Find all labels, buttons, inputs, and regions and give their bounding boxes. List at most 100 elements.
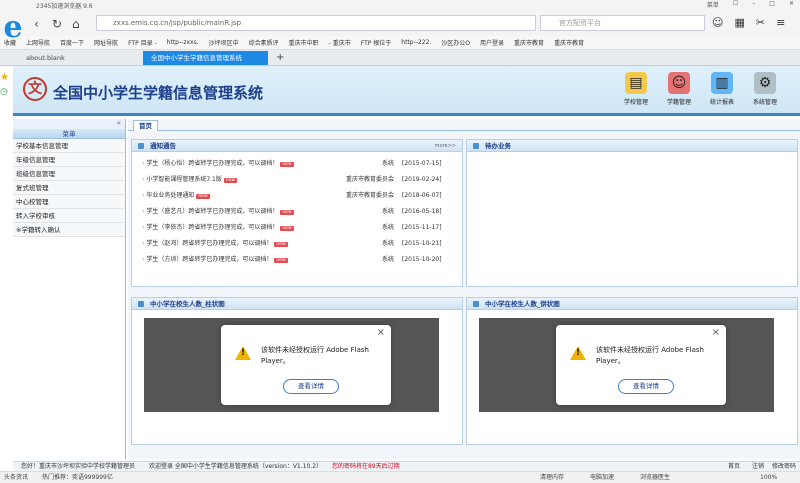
more-icon[interactable]: ≡ <box>776 16 785 29</box>
skin-icon[interactable]: ☐ <box>733 0 738 9</box>
nav-label: 学校管理 <box>623 99 648 106</box>
menu-item[interactable]: 复式班管理 <box>13 181 125 195</box>
warning-icon <box>235 346 251 360</box>
favorite-item[interactable]: 重庆市教育 <box>514 38 544 47</box>
browser-title: 2345加速浏览器 9.6 <box>36 3 93 10</box>
clock-icon[interactable]: ◷ <box>0 87 13 97</box>
browser-tabbar: about:blank 全国中小学生学籍信息管理系统 + <box>0 50 800 66</box>
cut-icon[interactable]: ✂ <box>756 16 765 29</box>
news-label[interactable]: 头条资讯 <box>4 474 28 481</box>
new-tab-button[interactable]: + <box>268 51 288 65</box>
favorites-bar: 收藏 上网导航 百度一下 网址导航 FTP 目录 - http--zxxs. 沙… <box>0 36 800 50</box>
notice-row[interactable]: 小学智能课程管理系统7.1版new重庆市教育委员会[2019-02-24] <box>142 172 452 188</box>
search-input[interactable]: 官方配资平台 <box>540 15 705 31</box>
view-details-button[interactable]: 查看详情 <box>283 379 339 394</box>
nav-report[interactable]: ▥ 统计报表 <box>702 72 742 106</box>
close-icon[interactable]: ✕ <box>789 0 794 9</box>
clean-memory[interactable]: 清理内存 <box>540 472 564 483</box>
more-link[interactable]: more>> <box>435 140 456 152</box>
flash-message: 该软件未经授权运行 Adobe Flash Player。 <box>261 346 369 365</box>
star-icon[interactable]: ★ <box>0 72 13 83</box>
browser-sidebar: ★ ◷ <box>0 72 13 122</box>
user-icon[interactable]: ☺ <box>712 16 723 29</box>
menu-item[interactable]: 年级信息管理 <box>13 153 125 167</box>
home-link[interactable]: 首页 <box>728 462 740 471</box>
flash-placeholder: × 该软件未经授权运行 Adobe Flash Player。 查看详情 <box>479 318 774 412</box>
notice-panel: 通知通告 more>> 学生（杨心怡）跨省转学已办理完成，可以调档！new系统[2… <box>131 139 463 287</box>
notice-row[interactable]: 学生（方圳）跨省转学已办理完成，可以调档！new系统[2015-10-20] <box>142 252 452 268</box>
favorite-item[interactable]: 上网导航 <box>26 38 50 47</box>
favorite-item[interactable]: 沙坪坝区中 <box>209 38 239 47</box>
favorite-item[interactable]: FTP 目录 - <box>128 38 157 47</box>
report-icon: ▥ <box>711 72 733 94</box>
pie-chart-panel: 中小学在校生人数_饼状图 × 该软件未经授权运行 Adobe Flash Pla… <box>466 297 798 445</box>
favorite-item[interactable]: - 重庆市 <box>329 38 351 47</box>
notice-row[interactable]: 毕业业务处理通知new重庆市教育委员会[2018-06-07] <box>142 188 452 204</box>
favorite-item[interactable]: FTP 根位于 <box>361 38 392 47</box>
emblem-icon: 文 <box>23 77 47 101</box>
flash-dialog: × 该软件未经授权运行 Adobe Flash Player。 查看详情 <box>221 325 391 405</box>
favorite-item[interactable]: http--zxxs. <box>167 39 199 46</box>
browser-status-bar: 头条资讯 热门推荐：奕语999999亿 清理内存 电脑加速 浏览器医生 100% <box>0 471 800 483</box>
grid-icon[interactable]: ▦ <box>734 16 744 29</box>
url-input[interactable]: zxxs.emis.cq.cn/jsp/public/mainR.jsp <box>96 15 536 31</box>
notice-row[interactable]: 学生（盛艺凡）跨省转学已办理完成，可以调档！new系统[2016-05-18] <box>142 204 452 220</box>
nav-student[interactable]: ☺ 学籍管理 <box>659 72 699 106</box>
main-content: 首页 通知通告 more>> 学生（杨心怡）跨省转学已办理完成，可以调档！new系… <box>128 119 800 459</box>
student-icon: ☺ <box>668 72 690 94</box>
logout-link[interactable]: 注销 <box>752 462 764 471</box>
browser-tab[interactable]: about:blank <box>18 51 143 65</box>
pie-chart-title: 中小学在校生人数_饼状图 <box>467 298 797 310</box>
todo-panel: 待办业务 <box>466 139 798 287</box>
menu-item[interactable]: 班级信息管理 <box>13 167 125 181</box>
password-warning: 您的密码将在89天后过期 <box>331 463 400 470</box>
collapse-icon[interactable]: « <box>13 119 125 129</box>
zoom-level[interactable]: 100% <box>760 472 777 483</box>
view-details-button[interactable]: 查看详情 <box>618 379 674 394</box>
favorite-item[interactable]: 重庆市中职 <box>289 38 319 47</box>
favorite-item[interactable]: 用户登录 <box>480 38 504 47</box>
menu-label[interactable]: 菜单 <box>707 0 719 9</box>
app-banner: 文 全国中小学生学籍信息管理系统 ▤ 学校管理 ☺ 学籍管理 ▥ 统计报表 ⚙ … <box>13 66 800 116</box>
app-title: 全国中小学生学籍信息管理系统 <box>53 84 264 102</box>
hot-label[interactable]: 热门推荐：奕语999999亿 <box>42 474 113 481</box>
address-toolbar: e ‹ ↻ ⌂ zxxs.emis.cq.cn/jsp/public/mainR… <box>0 10 800 43</box>
favorite-item[interactable]: 百度一下 <box>60 38 84 47</box>
browser-titlebar: 2345加速浏览器 9.6 菜单 ☐ – □ ✕ <box>0 0 800 10</box>
dialog-close-icon[interactable]: × <box>712 327 720 338</box>
refresh-icon[interactable]: ↻ <box>52 17 62 31</box>
menu-item[interactable]: 转入学校审核 <box>13 209 125 223</box>
favorite-item[interactable]: 重庆市教育 <box>554 38 584 47</box>
browser-doctor[interactable]: 浏览器医生 <box>640 472 670 483</box>
favorite-item[interactable]: http--222. <box>401 39 431 46</box>
app-window: 文 全国中小学生学籍信息管理系统 ▤ 学校管理 ☺ 学籍管理 ▥ 统计报表 ⚙ … <box>13 66 800 461</box>
bar-chart-title: 中小学在校生人数_柱状图 <box>132 298 462 310</box>
favorite-item[interactable]: 综合素质评 <box>249 38 279 47</box>
notice-row[interactable]: 学生（李依杰）跨省转学已办理完成，可以调档！new系统[2015-11-17] <box>142 220 452 236</box>
notice-row[interactable]: 学生（赵鸿）跨省转学已办理完成，可以调档！new系统[2015-10-21] <box>142 236 452 252</box>
menu-item[interactable]: 中心校管理 <box>13 195 125 209</box>
menu-item[interactable]: 学校基本信息管理 <box>13 139 125 153</box>
tab-home[interactable]: 首页 <box>133 120 158 131</box>
back-icon[interactable]: ‹ <box>34 17 39 31</box>
flash-dialog: × 该软件未经授权运行 Adobe Flash Player。 查看详情 <box>556 325 726 405</box>
notice-title: 通知通告 <box>150 142 176 150</box>
speed-up[interactable]: 电脑加速 <box>590 472 614 483</box>
nav-school[interactable]: ▤ 学校管理 <box>616 72 656 106</box>
left-menu: « 菜单 学校基本信息管理 年级信息管理 班级信息管理 复式班管理 中心校管理 … <box>13 119 126 459</box>
home-icon[interactable]: ⌂ <box>72 17 80 31</box>
bar-chart-panel: 中小学在校生人数_柱状图 × 该软件未经授权运行 Adobe Flash Pla… <box>131 297 463 445</box>
change-password-link[interactable]: 修改密码 <box>772 462 796 471</box>
minimize-icon[interactable]: – <box>752 0 755 9</box>
favorite-item[interactable]: 网址导航 <box>94 38 118 47</box>
notice-row[interactable]: 学生（杨心怡）跨省转学已办理完成，可以调档！new系统[2015-07-15] <box>142 156 452 172</box>
app-status-bar: 您好！重庆市沙坪坝实验中学校学籍管理员 欢迎登录 全国中小学生学籍信息管理系统（… <box>13 461 800 471</box>
warning-icon <box>570 346 586 360</box>
maximize-icon[interactable]: □ <box>769 0 775 9</box>
nav-system[interactable]: ⚙ 系统管理 <box>745 72 785 106</box>
menu-item[interactable]: ※学籍转入确认 <box>13 223 125 237</box>
todo-title: 待办业务 <box>467 140 797 152</box>
favorite-item[interactable]: 沙区办公O <box>441 38 470 47</box>
browser-tab-active[interactable]: 全国中小学生学籍信息管理系统 <box>143 51 268 65</box>
dialog-close-icon[interactable]: × <box>377 327 385 338</box>
